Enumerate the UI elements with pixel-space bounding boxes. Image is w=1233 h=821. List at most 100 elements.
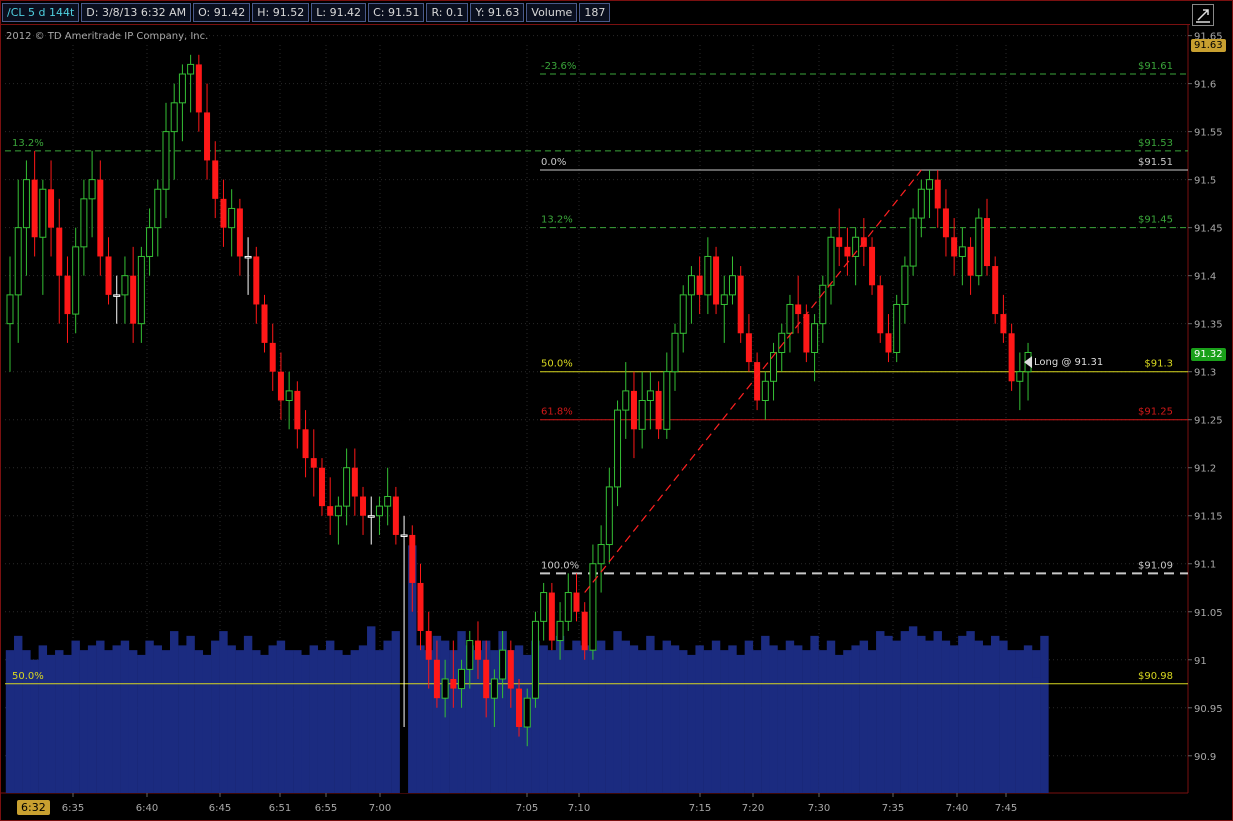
candle-body[interactable]	[269, 342, 276, 372]
candle-body[interactable]	[761, 380, 769, 401]
candle-body[interactable]	[581, 611, 588, 651]
candle-body[interactable]	[88, 179, 96, 200]
candle-body[interactable]	[146, 227, 154, 257]
candle-body[interactable]	[679, 294, 687, 334]
candle-body[interactable]	[483, 659, 490, 699]
candle-body[interactable]	[154, 188, 162, 229]
candle-body[interactable]	[877, 285, 884, 334]
candle-body[interactable]	[671, 332, 679, 373]
candle-body[interactable]	[597, 544, 605, 565]
candle-body[interactable]	[22, 179, 30, 229]
candle-body[interactable]	[384, 496, 392, 507]
candle-body[interactable]	[162, 131, 170, 190]
candle-body[interactable]	[244, 255, 252, 259]
candle-body[interactable]	[523, 697, 531, 728]
candle-body[interactable]	[72, 246, 80, 315]
candle-body[interactable]	[901, 265, 909, 305]
candle-body[interactable]	[277, 371, 284, 401]
candle-body[interactable]	[392, 496, 399, 535]
candle-body[interactable]	[490, 678, 498, 699]
candle-body[interactable]	[836, 237, 843, 247]
candle-body[interactable]	[14, 227, 22, 296]
candle-body[interactable]	[433, 659, 440, 699]
candle-body[interactable]	[302, 429, 309, 459]
candle-body[interactable]	[663, 371, 671, 430]
candle-body[interactable]	[638, 400, 646, 430]
candle-body[interactable]	[1000, 314, 1007, 334]
candle-body[interactable]	[1008, 333, 1015, 382]
candle-body[interactable]	[204, 112, 211, 161]
candle-body[interactable]	[786, 303, 794, 334]
candle-body[interactable]	[48, 189, 55, 228]
candle-body[interactable]	[844, 246, 851, 257]
candle-body[interactable]	[39, 188, 47, 238]
candle-body[interactable]	[351, 467, 358, 497]
candle-body[interactable]	[696, 275, 703, 295]
candle-body[interactable]	[893, 303, 901, 353]
expand-button[interactable]	[1192, 4, 1214, 26]
candle-body[interactable]	[614, 409, 622, 488]
candle-body[interactable]	[795, 304, 802, 315]
candle-body[interactable]	[318, 467, 325, 507]
candle-body[interactable]	[441, 678, 449, 699]
candle-body[interactable]	[516, 688, 523, 727]
candle-body[interactable]	[737, 275, 744, 334]
candle-body[interactable]	[56, 227, 63, 276]
candle-body[interactable]	[375, 505, 383, 517]
candle-body[interactable]	[409, 534, 416, 583]
candle-body[interactable]	[474, 640, 481, 660]
candle-body[interactable]	[6, 294, 14, 325]
candle-body[interactable]	[885, 333, 892, 353]
candle-body[interactable]	[745, 333, 752, 363]
candle-body[interactable]	[819, 284, 827, 325]
candle-body[interactable]	[417, 582, 424, 631]
candle-body[interactable]	[294, 390, 301, 430]
candle-body[interactable]	[400, 534, 408, 537]
candle-body[interactable]	[212, 160, 219, 199]
candle-body[interactable]	[499, 649, 507, 680]
candle-body[interactable]	[466, 640, 474, 670]
candle-body[interactable]	[113, 294, 121, 297]
candle-body[interactable]	[983, 218, 990, 267]
candle-body[interactable]	[803, 314, 810, 353]
candle-body[interactable]	[220, 198, 227, 228]
candle-body[interactable]	[909, 217, 917, 267]
candle-body[interactable]	[458, 668, 466, 690]
candle-body[interactable]	[507, 650, 514, 689]
candle-body[interactable]	[942, 208, 949, 238]
candle-body[interactable]	[285, 390, 293, 401]
candle-body[interactable]	[917, 188, 925, 219]
candle-body[interactable]	[573, 592, 580, 612]
candle-body[interactable]	[967, 246, 974, 276]
candle-body[interactable]	[827, 236, 835, 286]
candle-body[interactable]	[704, 255, 712, 296]
candle-body[interactable]	[548, 592, 555, 641]
candle-body[interactable]	[195, 64, 202, 113]
candle-body[interactable]	[531, 620, 539, 699]
candle-body[interactable]	[253, 256, 260, 305]
candle-body[interactable]	[450, 678, 457, 689]
candle-body[interactable]	[261, 304, 268, 343]
candle-body[interactable]	[367, 515, 375, 518]
candle-body[interactable]	[360, 496, 367, 516]
candle-body[interactable]	[926, 179, 934, 190]
candle-body[interactable]	[1016, 371, 1024, 382]
candle-body[interactable]	[130, 275, 137, 324]
candle-body[interactable]	[97, 179, 104, 257]
candle-body[interactable]	[105, 256, 112, 295]
candle-body[interactable]	[589, 563, 597, 651]
candle-body[interactable]	[975, 217, 983, 277]
candle-body[interactable]	[622, 390, 630, 411]
candle-body[interactable]	[137, 255, 145, 325]
candle-body[interactable]	[992, 266, 999, 315]
candle-body[interactable]	[121, 275, 129, 296]
candle-body[interactable]	[327, 506, 334, 516]
candle-body[interactable]	[852, 236, 860, 257]
symbol-label[interactable]: /CL 5 d 144t	[2, 3, 80, 22]
candle-body[interactable]	[236, 208, 243, 257]
price-chart[interactable]: -23.6% $91.61 13.2% $91.53 0.0% $91.51 13.2% $9…	[0, 0, 1233, 821]
candle-body[interactable]	[687, 275, 695, 296]
candle-body[interactable]	[64, 275, 71, 315]
candle-body[interactable]	[811, 323, 819, 353]
candle-body[interactable]	[425, 630, 432, 660]
